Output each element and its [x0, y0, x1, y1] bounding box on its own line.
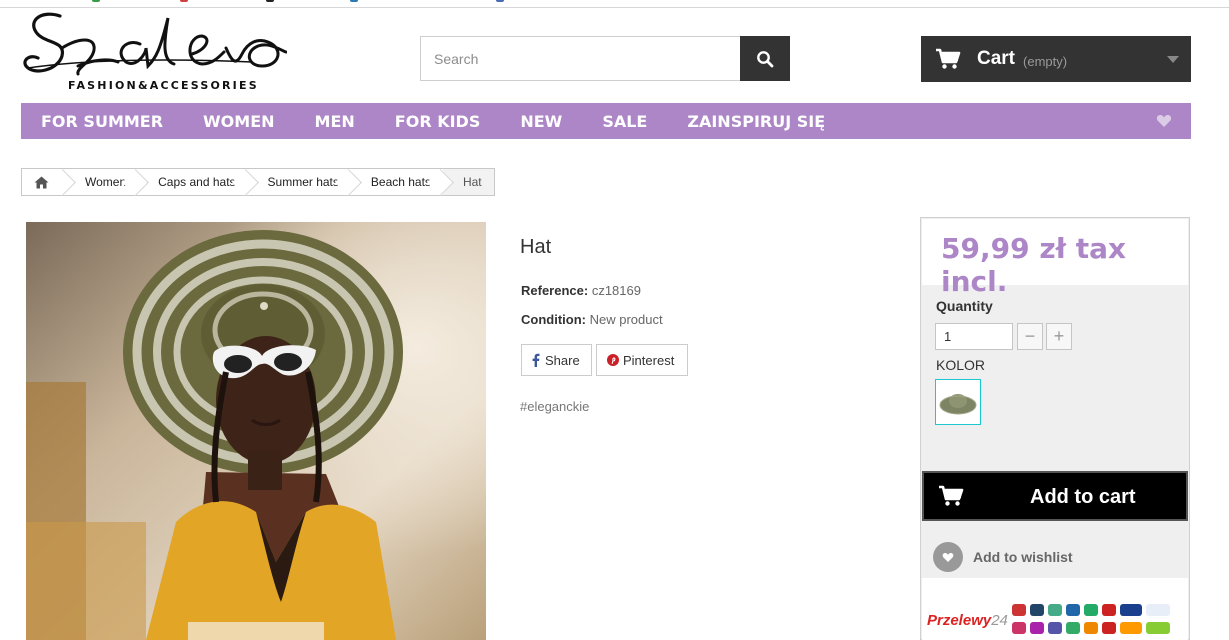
bank-logo-icon	[1084, 622, 1098, 634]
breadcrumb-summer-hats[interactable]: Summer hats	[248, 169, 351, 195]
browser-bookmarks-strip	[0, 0, 1229, 8]
share-label: Share	[545, 352, 580, 368]
nav-item-new[interactable]: NEW	[520, 112, 562, 131]
product-title: Hat	[520, 236, 552, 258]
facebook-share-button[interactable]: Share	[521, 344, 592, 376]
logo-tagline: FASHION&ACCESSORIES	[68, 79, 259, 92]
breadcrumb-home[interactable]	[22, 169, 65, 195]
site-logo[interactable]: FASHION&ACCESSORIES	[22, 8, 287, 94]
cart-status: (empty)	[1023, 53, 1068, 69]
product-price: 59,99 zł tax incl.	[922, 219, 1188, 298]
bank-logo-icon	[1030, 622, 1044, 634]
payment-methods-banner: Przelewy24	[922, 600, 1188, 640]
facebook-icon	[532, 353, 540, 367]
bank-logo-icon	[1084, 604, 1098, 616]
search-button[interactable]	[740, 36, 790, 81]
product-photo-graphic	[26, 222, 486, 640]
wishlist-label: Add to wishlist	[973, 549, 1073, 565]
przelewy24-logo: Przelewy24	[927, 612, 1008, 629]
reference-label: Reference:	[521, 283, 589, 298]
cart-icon	[936, 48, 961, 69]
bank-logo-icon	[1102, 622, 1116, 634]
add-to-cart-label: Add to cart	[1030, 486, 1136, 508]
nav-item-women[interactable]: WOMEN	[203, 112, 275, 131]
logo-script-graphic	[23, 12, 287, 76]
hat-thumbnail	[939, 394, 977, 415]
bank-logo-icon	[1048, 622, 1062, 634]
search-input[interactable]	[421, 37, 741, 80]
cart-label: Cart	[977, 48, 1016, 69]
buy-box: 59,99 zł tax incl. Quantity − + KOLOR Ad…	[920, 217, 1190, 640]
bank-logo-icon	[1012, 604, 1026, 616]
pinterest-label: Pinterest	[623, 352, 675, 368]
quantity-label: Quantity	[936, 298, 993, 314]
product-tag-link[interactable]: #eleganckie	[520, 399, 589, 414]
color-label: KOLOR	[936, 357, 986, 373]
nav-item-men[interactable]: MEN	[315, 112, 355, 131]
quantity-decrease-button[interactable]: −	[1017, 323, 1043, 350]
visa-icon	[1120, 604, 1142, 616]
breadcrumb-caps-and-hats[interactable]: Caps and hats	[138, 169, 247, 195]
search-box	[420, 36, 790, 81]
nav-item-sale[interactable]: SALE	[602, 112, 647, 131]
nav-item-for-kids[interactable]: FOR KIDS	[395, 112, 481, 131]
product-image[interactable]	[26, 222, 486, 640]
heart-icon[interactable]	[1156, 114, 1172, 128]
add-to-cart-button[interactable]: Add to cart	[922, 471, 1188, 521]
skycash-icon	[1146, 622, 1170, 634]
nav-item-for-summer[interactable]: FOR SUMMER	[41, 112, 163, 131]
breadcrumb: Women Caps and hats Summer hats Beach ha…	[21, 168, 495, 196]
cart-button[interactable]: Cart (empty)	[921, 36, 1191, 82]
quantity-input[interactable]	[935, 323, 1013, 350]
wishlist-heart-icon	[933, 542, 963, 572]
chevron-down-icon	[1167, 56, 1179, 63]
cart-icon	[939, 485, 964, 506]
pinterest-button[interactable]: Pinterest	[596, 344, 688, 376]
breadcrumb-beach-hats[interactable]: Beach hats	[351, 169, 443, 195]
bank-logo-icon	[1048, 604, 1062, 616]
payment-spacer	[922, 578, 1188, 600]
bank-logo-icon	[1066, 604, 1080, 616]
bank-logo-icon	[1030, 604, 1044, 616]
pinterest-icon	[607, 354, 619, 366]
bank-logo-icon	[1012, 622, 1026, 634]
condition-value: New product	[589, 312, 663, 327]
bank-logo-icon	[1066, 622, 1080, 634]
main-nav: FOR SUMMER WOMEN MEN FOR KIDS NEW SALE Z…	[21, 103, 1191, 139]
paypal-icon	[1146, 604, 1170, 616]
product-condition: Condition: New product	[521, 312, 663, 327]
search-icon	[757, 50, 774, 67]
add-to-wishlist-button[interactable]: Add to wishlist	[933, 542, 1073, 572]
home-icon	[34, 176, 49, 188]
nav-item-zainspiruj[interactable]: ZAINSPIRUJ SIĘ	[687, 112, 825, 131]
bank-logo-icon	[1102, 604, 1116, 616]
quantity-increase-button[interactable]: +	[1046, 323, 1072, 350]
mastercard-icon	[1120, 622, 1142, 634]
color-swatch-olive[interactable]	[935, 379, 981, 425]
reference-value: cz18169	[591, 283, 641, 298]
condition-label: Condition:	[521, 312, 586, 327]
product-reference: Reference: cz18169	[521, 283, 641, 298]
